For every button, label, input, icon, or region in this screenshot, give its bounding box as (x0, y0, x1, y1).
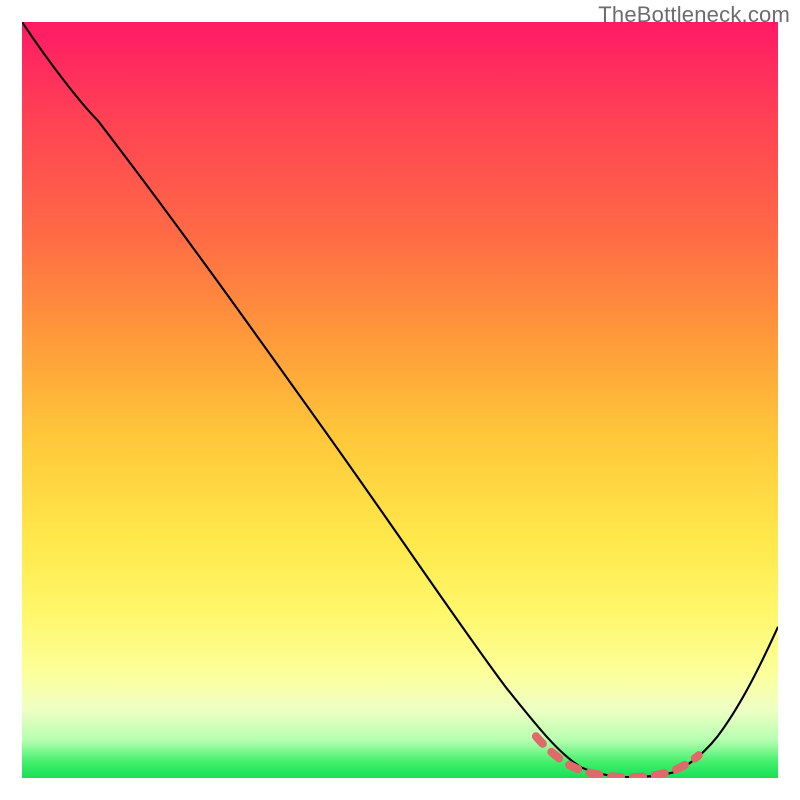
minimum-marker (536, 736, 699, 777)
bottleneck-curve (22, 22, 778, 777)
plot-area (22, 22, 778, 778)
chart-container: TheBottleneck.com (0, 0, 800, 800)
curve-svg (22, 22, 778, 778)
